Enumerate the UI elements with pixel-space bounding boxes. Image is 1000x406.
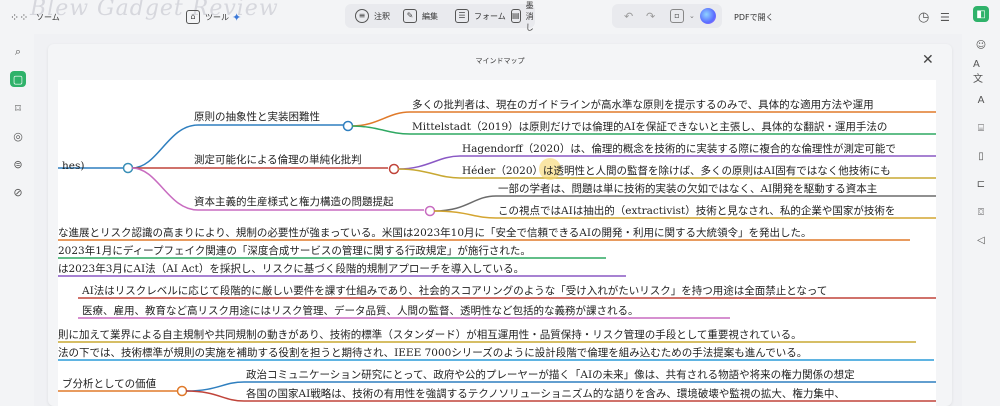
leaf-node[interactable]: 各国の国家AI戦略は、技術の有用性を強調するテクノソリューショニズム的な語りを含…: [246, 388, 845, 400]
open-pdf-button[interactable]: PDFで開く: [734, 7, 774, 27]
book-icon[interactable]: ▯: [973, 148, 989, 164]
clock-icon[interactable]: ◷: [918, 7, 929, 27]
scan-icon[interactable]: ⌼: [973, 204, 989, 220]
form-mode-button[interactable]: ☰ フォーム: [455, 6, 506, 26]
branch-node-abstraction[interactable]: 原則の抽象性と実装困難性: [194, 111, 320, 123]
history-controls: ↶ ↷ ▫ ⌄: [612, 4, 722, 28]
leaf-node[interactable]: 政治コミュニケーション研究にとって、政府や公的プレーヤーが描く「AIの未来」像は…: [246, 369, 855, 381]
mode-switcher: ≡ 注釈 ✎ 編集 ☰ フォーム ▤ 墨消し: [345, 1, 538, 32]
save-dropdown[interactable]: ▫ ⌄: [670, 6, 695, 26]
close-icon[interactable]: ✕: [922, 52, 934, 68]
app-window: ⁘⁘ Blew Gadget Review ソーム ⌂ ツール ✦ ≡ 注釈 ✎…: [0, 0, 1000, 406]
watermark-logo: Blew Gadget Review: [30, 0, 279, 21]
translate-icon[interactable]: A文: [973, 59, 989, 85]
form-label: フォーム: [474, 11, 506, 21]
leaf-node[interactable]: Mittelstadt（2019）は原則だけでは倫理的AIを保証できないと主張し…: [412, 121, 887, 133]
leaf-node[interactable]: Héder（2020）は透明性と人間の監督を除けば、多くの原則はAI固有ではなく…: [462, 165, 891, 177]
thumbnail-icon[interactable]: ▢: [10, 71, 26, 87]
comment-icon: ≡: [355, 9, 369, 23]
ai-assistant-icon[interactable]: [700, 6, 716, 26]
home-tab[interactable]: ソーム: [36, 7, 60, 27]
edit-icon: ✎: [403, 9, 417, 23]
stamp-icon[interactable]: ⊜: [10, 156, 26, 172]
smile-icon[interactable]: ☺: [973, 37, 989, 53]
page-edit-icon[interactable]: ⌸: [973, 120, 989, 136]
comment-mode-button[interactable]: ≡ 注釈: [355, 6, 390, 26]
root-node-fragment[interactable]: hes): [62, 160, 84, 172]
branch-node-value[interactable]: ブ分析としての価値: [62, 378, 156, 390]
apps-grid-icon[interactable]: ⁘⁘: [10, 7, 28, 27]
top-toolbar: ⁘⁘ Blew Gadget Review ソーム ⌂ ツール ✦ ≡ 注釈 ✎…: [0, 0, 1000, 34]
open-pdf-label: PDFで開く: [734, 12, 774, 22]
leaf-node[interactable]: Hagendorff（2020）は、倫理的概念を技術的に実装する際に複合的な倫理…: [462, 143, 896, 155]
redact-mode-button[interactable]: ▤ 墨消し: [511, 1, 538, 32]
tool-button[interactable]: ⌂ ツール: [186, 7, 229, 27]
save-icon: ▫: [670, 9, 684, 23]
modal-title: マインドマップ: [475, 57, 525, 65]
text-node[interactable]: な進展とリスク認識の高まりにより、規制の必要性が強まっている。米国は2023年1…: [58, 227, 812, 239]
redact-label: 墨消し: [525, 0, 534, 32]
search-icon[interactable]: ⌕: [10, 44, 26, 60]
leaf-node[interactable]: 多くの批判者は、現在のガイドラインが高水準な原則を提示するのみで、具体的な適用方…: [412, 99, 874, 111]
text-node[interactable]: 則に加えて業界による自主規制や共同規制の動きがあり、技術的標準（スタンダード）が…: [58, 329, 802, 341]
toolbox-icon: ⌂: [186, 10, 200, 24]
undo-icon[interactable]: ↶: [624, 6, 633, 26]
text-node[interactable]: 法の下では、技術標準が規則の実施を補助する役割を担うと期待され、IEEE 700…: [58, 347, 807, 359]
comment-label: 注釈: [374, 11, 390, 21]
chevron-down-icon: ⌄: [689, 12, 695, 20]
home-tab-label: ソーム: [36, 12, 60, 22]
text-node[interactable]: は2023年3月にAI法（AI Act）を採択し、リスクに基づく段階的規制アプロ…: [58, 263, 524, 275]
edit-label: 編集: [422, 11, 438, 21]
redo-icon[interactable]: ↷: [646, 6, 655, 26]
mindmap-canvas[interactable]: hes) 原則の抽象性と実装困難性 多くの批判者は、現在のガイドラインが高水準な…: [58, 80, 936, 406]
folder-icon[interactable]: ⊏: [973, 176, 989, 192]
ai-panel-icon[interactable]: ◧: [973, 6, 989, 22]
leaf-node[interactable]: この視点ではAIは抽出的（extractivist）技術と見なされ、私的企業や国…: [498, 205, 895, 217]
megaphone-icon[interactable]: ◁: [973, 232, 989, 248]
text-node[interactable]: 2023年1月にディープフェイク関連の「深度合成サービスの管理に関する行政規定」…: [58, 245, 531, 257]
right-sidebar: ◧ ☺ A文 A ⌸ ▯ ⊏ ⌼ ◁: [962, 0, 1000, 406]
ocr-icon[interactable]: A: [973, 92, 989, 108]
form-icon: ☰: [455, 9, 469, 23]
text-node[interactable]: 医療、雇用、教育など高リスク用途にはリスク管理、データ品質、人間の監督、透明性な…: [82, 305, 639, 317]
edit-mode-button[interactable]: ✎ 編集: [403, 6, 438, 26]
leaf-node[interactable]: 一部の学者は、問題は単に技術的実装の欠如ではなく、AI開発を駆動する資本主: [498, 183, 877, 195]
redact-icon: ▤: [511, 9, 521, 23]
settings-sliders-icon[interactable]: ☰: [940, 7, 950, 27]
tool-label: ツール: [205, 12, 229, 22]
branch-node-measurability[interactable]: 測定可能化による倫理の単純化批判: [194, 154, 362, 166]
branch-node-capitalism[interactable]: 資本主義的生産様式と権力構造の問題提起: [194, 196, 394, 208]
left-sidebar: ⌕ ▢ ⌑ ◎ ⊜ ⊘: [0, 34, 34, 406]
magic-icon[interactable]: ✦: [232, 7, 241, 27]
attachment-icon[interactable]: ⊘: [10, 184, 26, 200]
text-node[interactable]: AI法はリスクレベルに応じて段階的に厳しい要件を課す仕組みであり、社会的スコアリ…: [82, 285, 827, 297]
comment-list-icon[interactable]: ◎: [10, 128, 26, 144]
bookmark-icon[interactable]: ⌑: [10, 100, 26, 116]
